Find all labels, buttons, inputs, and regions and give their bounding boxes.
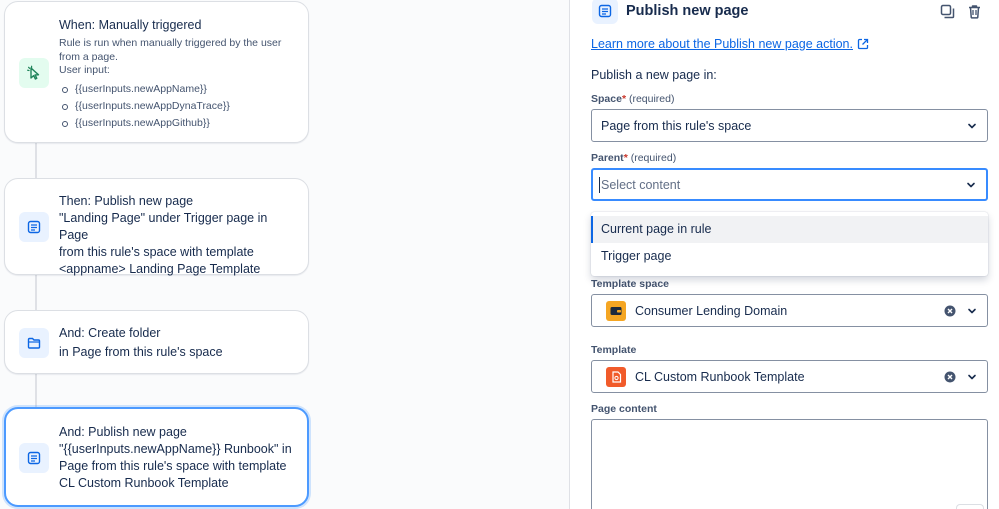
page-icon [592, 0, 618, 24]
chevron-down-icon [967, 182, 975, 187]
page-content-editor[interactable] [591, 419, 988, 509]
trigger-card[interactable]: When: Manually triggered Rule is run whe… [4, 1, 309, 143]
delete-button[interactable] [965, 2, 983, 20]
list-item: {{userInputs.newAppGithub}} [59, 115, 294, 132]
card-title: And: Publish new page [59, 425, 187, 439]
space-select-value: Page from this rule's space [601, 118, 752, 133]
space-select[interactable]: Page from this rule's space [591, 109, 988, 142]
page-icon [19, 212, 49, 242]
list-item: {{userInputs.newAppName}} [59, 81, 294, 98]
parent-label-text: Parent [591, 152, 624, 164]
card-line: "{{userInputs.newAppName}} Runbook" in [59, 442, 292, 456]
user-input-label: User input: [59, 64, 110, 76]
card-line: "Landing Page" under Trigger page in Pag… [59, 211, 268, 242]
learn-more-link[interactable]: Learn more about the Publish new page ac… [591, 37, 869, 53]
parent-select[interactable]: Select content [591, 168, 988, 201]
chevron-down-icon [968, 123, 976, 128]
template-space-value: Consumer Lending Domain [635, 303, 788, 318]
learn-more-text: Learn more about the Publish new page ac… [591, 37, 853, 51]
space-label-text: Space [591, 93, 622, 105]
clear-icon[interactable] [944, 371, 956, 383]
space-label: Space* (required) [591, 93, 674, 105]
template-value: CL Custom Runbook Template [635, 369, 805, 384]
card-line: from this rule's space with template [59, 245, 254, 259]
option-current-page-in-rule[interactable]: Current page in rule [591, 216, 988, 243]
connector-line [35, 374, 37, 408]
card-line: Page from this rule's space with templat… [59, 459, 287, 473]
folder-icon [19, 328, 49, 358]
template-space-label: Template space [591, 278, 670, 290]
action-config-panel: Publish new page Learn more about the Pu… [569, 0, 999, 509]
cursor-click-icon [19, 58, 49, 88]
list-item: {{userInputs.newAppDynaTrace}} [59, 98, 294, 115]
required-hint: (required) [630, 152, 677, 164]
clear-icon[interactable] [944, 305, 956, 317]
card-title: When: Manually triggered [59, 18, 202, 32]
parent-label: Parent* (required) [591, 152, 676, 164]
duplicate-button[interactable] [938, 2, 956, 20]
publish-runbook-page-card[interactable]: And: Publish new page "{{userInputs.newA… [4, 407, 309, 507]
chevron-down-icon [968, 374, 976, 379]
panel-title: Publish new page [626, 3, 749, 19]
parent-select-placeholder: Select content [601, 177, 681, 192]
required-mark: * [623, 152, 628, 164]
template-label: Template [591, 344, 637, 356]
publish-landing-page-card[interactable]: Then: Publish new page "Landing Page" un… [4, 178, 309, 276]
chevron-down-icon [968, 308, 976, 313]
card-line: <appname> Landing Page Template [59, 262, 261, 276]
template-select[interactable]: CL Custom Runbook Template [591, 360, 988, 393]
publish-in-heading: Publish a new page in: [591, 68, 717, 82]
template-file-icon [606, 366, 626, 387]
create-folder-card[interactable]: And: Create folder in Page from this rul… [4, 310, 309, 374]
card-title: And: Create folder [59, 326, 161, 340]
external-link-icon [857, 38, 869, 53]
required-mark: * [621, 93, 627, 105]
card-title: Then: Publish new page [59, 194, 194, 208]
card-line: in Page from this rule's space [59, 345, 223, 359]
space-avatar-icon [606, 300, 626, 321]
card-line: CL Custom Runbook Template [59, 476, 229, 490]
panel-header: Publish new page [592, 0, 988, 24]
trash-icon [968, 4, 980, 19]
user-input-list: {{userInputs.newAppName}} {{userInputs.n… [59, 81, 294, 132]
connector-line [35, 275, 37, 311]
option-trigger-page[interactable]: Trigger page [591, 243, 988, 270]
required-hint: (required) [628, 93, 675, 105]
rule-canvas: When: Manually triggered Rule is run whe… [0, 0, 569, 509]
card-description: Rule is run when manually triggered by t… [59, 37, 282, 63]
template-space-select[interactable]: Consumer Lending Domain [591, 294, 988, 327]
copy-icon [940, 4, 954, 18]
connector-line [35, 143, 37, 179]
page-content-label: Page content [591, 403, 657, 415]
editor-toolbar-button[interactable] [956, 504, 984, 509]
parent-dropdown-menu: Current page in rule Trigger page [591, 212, 988, 276]
text-cursor [599, 176, 600, 193]
page-icon [19, 443, 49, 473]
